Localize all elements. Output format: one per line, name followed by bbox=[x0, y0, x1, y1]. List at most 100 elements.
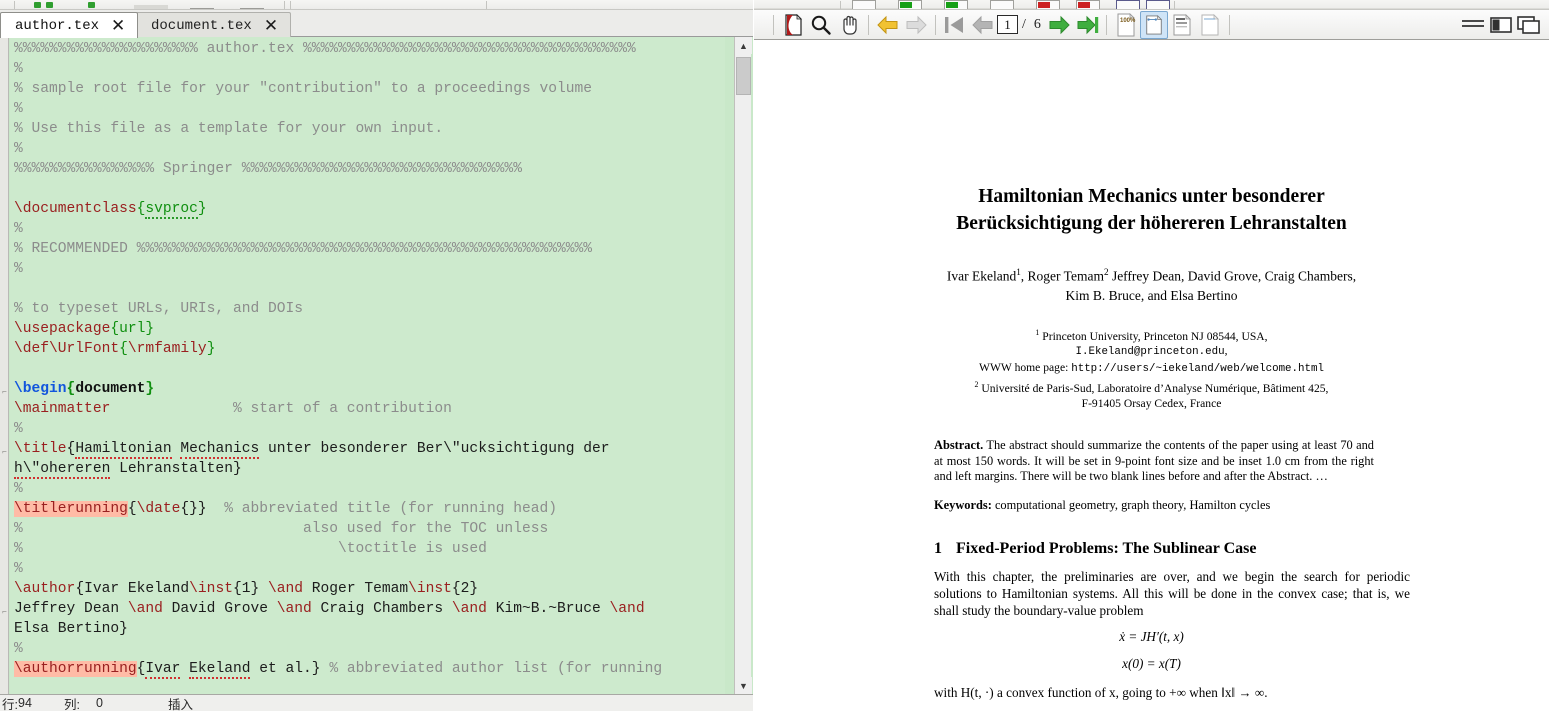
author-sep: , Roger Temam bbox=[1020, 268, 1104, 284]
body-paragraph-2: with H(t, ·) a convex function of x, goi… bbox=[934, 684, 1268, 700]
document-affiliations: 1 Princeton University, Princeton NJ 085… bbox=[800, 325, 1503, 412]
code-text[interactable]: %%%%%%%%%%%%%%%%%%%%% author.tex %%%%%%%… bbox=[10, 39, 725, 694]
abstract-label: Abstract. bbox=[934, 438, 984, 453]
fit-width-icon[interactable] bbox=[1168, 11, 1196, 39]
previous-page-icon[interactable] bbox=[969, 11, 997, 39]
scroll-down-icon[interactable]: ▼ bbox=[735, 677, 752, 694]
pdf-page-content[interactable]: Hamiltonian Mechanics unter besonderer B… bbox=[754, 41, 1549, 711]
document-title-line2: Berücksichtigung der höhereren Lehransta… bbox=[956, 213, 1347, 234]
editor-toolbar-clipped[interactable] bbox=[0, 0, 753, 10]
abstract-block: Abstract. The abstract should summarize … bbox=[934, 438, 1374, 484]
run-icon[interactable] bbox=[34, 2, 41, 8]
toolbar-separator bbox=[1228, 14, 1230, 35]
status-col-label: 列: bbox=[64, 697, 80, 711]
last-page-icon[interactable] bbox=[1073, 11, 1101, 39]
code-editor[interactable]: ⌐ ⌐ ⌐ %%%%%%%%%%%%%%%%%%%%% author.tex %… bbox=[0, 37, 753, 694]
toolbar-separator-3 bbox=[290, 1, 291, 9]
document-title-line1: Hamiltonian Mechanics unter besonderer bbox=[978, 186, 1325, 207]
affiliation-1: Princeton University, Princeton NJ 08544… bbox=[1042, 329, 1268, 343]
editor-status-bar: 行: 94 列: 0 插入 bbox=[0, 694, 753, 711]
toggle-lines-icon[interactable] bbox=[1459, 11, 1487, 39]
application-window: author.tex ✕ document.tex ✕ ⌐ ⌐ ⌐ %%%%%%… bbox=[0, 0, 1549, 711]
editor-vertical-scrollbar[interactable]: ▲ ▼ bbox=[734, 37, 752, 694]
equation-1: ẋ = JH′(t, x) bbox=[1119, 628, 1184, 644]
close-icon[interactable]: ✕ bbox=[264, 17, 278, 34]
keywords-text: computational geometry, graph theory, Ha… bbox=[994, 498, 1271, 513]
section-heading-1: 1 Fixed-Period Problems: The Sublinear Ca… bbox=[934, 540, 1549, 558]
affil-marker-1: 1 bbox=[1035, 327, 1040, 337]
zoom-100-icon[interactable]: 100% bbox=[1112, 11, 1140, 39]
toolbar-separator bbox=[773, 14, 774, 35]
build-icon[interactable] bbox=[46, 2, 53, 8]
keywords-label: Keywords: bbox=[934, 498, 992, 513]
affiliation-2-line2: F-91405 Orsay Cedex, France bbox=[1081, 397, 1222, 411]
toolbar-separator-4 bbox=[486, 1, 487, 9]
magnifier-icon[interactable] bbox=[807, 11, 835, 39]
viewer-bar-icon[interactable] bbox=[134, 5, 168, 9]
toolbar-separator bbox=[1105, 14, 1107, 35]
tab-document-tex[interactable]: document.tex ✕ bbox=[136, 12, 292, 38]
open-doc-icon[interactable] bbox=[240, 8, 264, 9]
status-insert-mode: 插入 bbox=[168, 697, 194, 711]
pdf-toolbar[interactable]: / 6 100% bbox=[754, 10, 1549, 40]
equation-2: x(0) = x(T) bbox=[1122, 655, 1181, 671]
tab-label: author.tex bbox=[15, 17, 100, 34]
fit-text-width-icon[interactable] bbox=[1196, 11, 1224, 39]
pdf-logo-icon[interactable] bbox=[779, 11, 807, 39]
first-page-icon[interactable] bbox=[941, 11, 969, 39]
abstract-text: The abstract should summarize the conten… bbox=[934, 438, 1375, 484]
section-number: 1 bbox=[934, 540, 942, 558]
fold-gutter[interactable]: ⌐ ⌐ ⌐ bbox=[0, 37, 9, 694]
affil-marker-2: 2 bbox=[974, 380, 979, 390]
clipped-icon-7[interactable] bbox=[1116, 0, 1140, 9]
affiliation-2-line1: Université de Paris-Sud, Laboratoire d’A… bbox=[981, 382, 1329, 396]
document-authors: Ivar Ekeland1, Roger Temam2 Jeffrey Dean… bbox=[812, 263, 1491, 305]
toolbar-separator bbox=[868, 14, 869, 35]
scroll-up-icon[interactable]: ▲ bbox=[735, 37, 752, 54]
compile-icon[interactable] bbox=[88, 2, 95, 8]
clipped-icon-3[interactable] bbox=[944, 0, 968, 9]
hand-tool-icon[interactable] bbox=[835, 11, 863, 39]
scrollbar-thumb[interactable] bbox=[736, 57, 751, 95]
pdf-strip-separator bbox=[840, 1, 841, 9]
editor-pane: author.tex ✕ document.tex ✕ ⌐ ⌐ ⌐ %%%%%%… bbox=[0, 0, 753, 711]
clipped-icon-5[interactable] bbox=[1036, 0, 1060, 9]
clipped-icon-4[interactable] bbox=[990, 0, 1014, 9]
back-arrow-icon[interactable] bbox=[874, 11, 902, 39]
tab-label: document.tex bbox=[151, 17, 252, 34]
next-page-icon[interactable] bbox=[1045, 11, 1073, 39]
clipped-icon-8[interactable] bbox=[1146, 0, 1170, 9]
author-email: I.Ekeland@princeton.edu bbox=[1075, 346, 1225, 359]
status-line-label: 行: bbox=[2, 697, 18, 711]
pdf-strip-separator-2 bbox=[1174, 1, 1175, 9]
toolbar-separator-2 bbox=[284, 1, 285, 9]
close-icon[interactable]: ✕ bbox=[111, 17, 125, 34]
body-paragraph-1: With this chapter, the preliminaries are… bbox=[934, 569, 1410, 619]
pdf-toolbar-clipped[interactable] bbox=[754, 0, 1549, 10]
www-url: http://users/~iekeland/web/welcome.html bbox=[1071, 363, 1324, 376]
pdf-viewer-pane: / 6 100% bbox=[754, 0, 1549, 711]
status-col-value: 0 bbox=[96, 696, 103, 710]
fold-marker-icon[interactable]: ⌐ bbox=[1, 608, 8, 616]
forward-arrow-icon[interactable] bbox=[902, 11, 930, 39]
section-title: Fixed-Period Problems: The Sublinear Cas… bbox=[956, 540, 1257, 558]
new-doc-icon[interactable] bbox=[190, 8, 214, 9]
page-number-input[interactable] bbox=[997, 15, 1018, 34]
fold-marker-icon[interactable]: ⌐ bbox=[1, 448, 8, 456]
author-name-1: Ivar Ekeland bbox=[946, 268, 1017, 284]
toggle-sidebar-icon[interactable] bbox=[1487, 11, 1515, 39]
toolbar-separator bbox=[935, 14, 936, 35]
www-label: WWW home page: bbox=[979, 361, 1069, 375]
author-rest: Jeffrey Dean, David Grove, Craig Chamber… bbox=[1108, 268, 1357, 284]
clipped-icon-1[interactable] bbox=[852, 0, 876, 9]
email-comma: , bbox=[1224, 344, 1228, 358]
clipped-icon-2[interactable] bbox=[898, 0, 922, 9]
clipped-icon-6[interactable] bbox=[1076, 0, 1100, 9]
fold-marker-icon[interactable]: ⌐ bbox=[1, 388, 8, 396]
toggle-panel-icon[interactable] bbox=[1515, 11, 1543, 39]
tab-author-tex[interactable]: author.tex ✕ bbox=[0, 12, 139, 38]
fit-page-icon[interactable] bbox=[1139, 10, 1168, 39]
page-top-margin bbox=[754, 41, 1549, 183]
status-line-value: 94 bbox=[18, 696, 32, 710]
editor-tab-bar[interactable]: author.tex ✕ document.tex ✕ bbox=[0, 10, 753, 38]
